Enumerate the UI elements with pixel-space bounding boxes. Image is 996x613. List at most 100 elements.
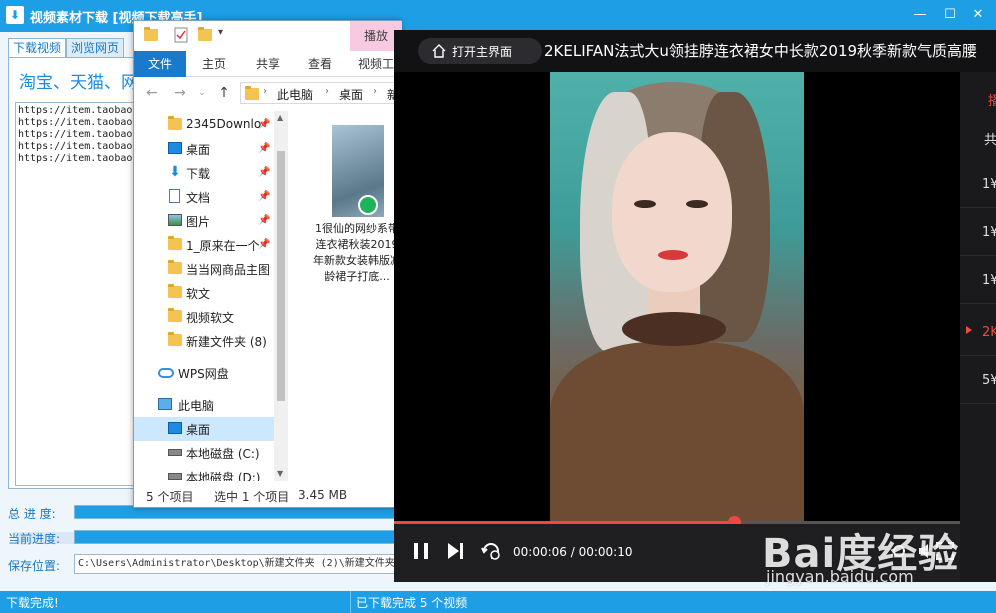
video-player-window: 打开主界面 2KELIFAN法式大u领挂脖连衣裙女中长款2019秋季新款气质高腰…: [394, 30, 996, 582]
breadcrumb-separator: ›: [325, 86, 329, 97]
pin-icon: 📌: [258, 143, 271, 154]
playlist-item-active[interactable]: 2K: [960, 312, 996, 356]
scroll-down-icon[interactable]: ▼: [277, 469, 283, 478]
restore-button[interactable]: ☐: [938, 4, 962, 26]
recent-dropdown-icon[interactable]: ⌄: [194, 85, 210, 101]
playlist-tab[interactable]: 播: [988, 90, 996, 109]
video-viewport[interactable]: [394, 72, 960, 521]
nav-item-2345downloads[interactable]: 2345Downlo 📌: [134, 113, 274, 137]
nav-label: 2345Downlo: [186, 117, 262, 131]
playlist-item-text: 1¥: [982, 273, 996, 288]
properties-icon[interactable]: [174, 27, 188, 43]
tab-view[interactable]: 查看: [298, 51, 342, 77]
tab-share[interactable]: 共享: [246, 51, 290, 77]
tab-download-video[interactable]: 下载视频: [8, 38, 67, 58]
loop-icon[interactable]: [480, 540, 502, 562]
nav-item-desktop[interactable]: 桌面: [134, 417, 274, 441]
pin-icon: 📌: [258, 167, 271, 178]
scroll-up-icon[interactable]: ▲: [277, 113, 283, 122]
tab-file[interactable]: 文件: [134, 51, 186, 77]
url-line: https://item.taobao.: [18, 117, 137, 128]
playlist-item[interactable]: 1¥: [960, 164, 996, 208]
next-icon[interactable]: [444, 540, 466, 562]
nav-label: 软文: [186, 287, 211, 301]
ribbon-tabs: 文件 主页 共享 查看 视频工具: [134, 51, 402, 107]
desktop-icon: [168, 422, 182, 434]
nav-item-dangdang[interactable]: 当当网商品主图: [134, 257, 274, 281]
new-folder-icon[interactable]: [198, 27, 212, 41]
url-line: https://item.taobao.: [18, 153, 137, 164]
url-line: https://item.taobao.: [18, 129, 137, 140]
nav-item-disk-d[interactable]: 本地磁盘 (D:): [134, 465, 274, 481]
nav-label: 图片: [186, 215, 211, 229]
customize-toolbar-icon[interactable]: ▾: [218, 27, 223, 38]
nav-item-documents[interactable]: 文档 📌: [134, 185, 274, 209]
nav-item-downloads[interactable]: ⬇ 下载 📌: [134, 161, 274, 185]
nav-item-video-ruanwen[interactable]: 视频软文: [134, 305, 274, 329]
folder-icon: [168, 260, 182, 274]
time-display: 00:00:06 / 00:00:10: [513, 545, 633, 559]
pause-icon[interactable]: [410, 540, 432, 562]
url-line: https://item.taobao.: [18, 105, 137, 116]
address-bar: ← → ⌄ ↑ › 此电脑 › 桌面 › 新: [134, 78, 402, 108]
file-name[interactable]: 1很仙的网纱系带连衣裙秋装2019年新款女装韩版减龄裙子打底...: [312, 221, 402, 285]
nav-item-this-pc[interactable]: 此电脑: [134, 393, 274, 417]
scroll-thumb[interactable]: [277, 151, 285, 401]
nav-label: WPS网盘: [178, 367, 229, 381]
playlist-item[interactable]: 5¥: [960, 360, 996, 404]
close-button[interactable]: ✕: [966, 4, 990, 26]
folder-icon[interactable]: [144, 27, 158, 41]
tab-browse-web[interactable]: 浏览网页: [66, 38, 125, 58]
nav-item-wps-cloud[interactable]: WPS网盘: [134, 361, 274, 385]
breadcrumb-this-pc[interactable]: 此电脑: [277, 86, 313, 103]
url-textarea[interactable]: https://item.taobao. https://item.taobao…: [15, 102, 137, 486]
nav-label: 当当网商品主图: [186, 263, 271, 277]
selected-size: 3.45 MB: [298, 488, 348, 502]
home-icon: [432, 44, 446, 58]
nav-label: 桌面: [186, 423, 211, 437]
playlist-item[interactable]: 1¥: [960, 212, 996, 256]
back-arrow-icon[interactable]: ←: [144, 85, 160, 101]
up-arrow-icon[interactable]: ↑: [216, 85, 232, 101]
navigation-pane: 2345Downlo 📌 桌面 📌 ⬇ 下载 📌 文档 📌 图片 📌 1_原来在…: [134, 111, 274, 481]
video-content: [612, 132, 732, 292]
breadcrumb-separator: ›: [373, 86, 377, 97]
download-icon: ⬇: [169, 164, 181, 180]
breadcrumb-desktop[interactable]: 桌面: [339, 86, 363, 103]
folder-icon: [245, 86, 259, 100]
nav-label: 视频软文: [186, 311, 235, 325]
playlist-item-text: 1¥: [982, 177, 996, 192]
forward-arrow-icon[interactable]: →: [172, 85, 188, 101]
explorer-statusbar: 5 个项目 选中 1 个项目 3.45 MB: [134, 483, 400, 507]
video-content: [686, 200, 708, 208]
pin-icon: 📌: [258, 191, 271, 202]
open-main-button[interactable]: 打开主界面: [418, 38, 542, 64]
folder-icon: [168, 284, 182, 298]
nav-item-disk-c[interactable]: 本地磁盘 (C:): [134, 441, 274, 465]
playlist-item[interactable]: 1¥: [960, 260, 996, 304]
tab-home[interactable]: 主页: [192, 51, 236, 77]
current-progress-bar: [74, 530, 404, 544]
status-right: 已下载完成 5 个视频: [356, 596, 468, 610]
nav-label: 本地磁盘 (D:): [186, 471, 261, 481]
nav-item-pictures[interactable]: 图片 📌: [134, 209, 274, 233]
minimize-button[interactable]: —: [908, 4, 932, 26]
nav-label: 新建文件夹 (8): [186, 335, 267, 349]
nav-item-folder-1[interactable]: 1_原来在一个 📌: [134, 233, 274, 257]
playlist-item-text: 5¥: [982, 373, 996, 388]
playlist-header-text: 共: [984, 133, 996, 148]
nav-label: 文档: [186, 191, 211, 205]
nav-label: 下载: [186, 167, 211, 181]
nav-item-desktop-pinned[interactable]: 桌面 📌: [134, 137, 274, 161]
save-path-input[interactable]: C:\Users\Administrator\Desktop\新建文件夹 (2)…: [74, 554, 404, 574]
nav-item-ruanwen[interactable]: 软文: [134, 281, 274, 305]
status-divider: [350, 591, 351, 613]
nav-item-new-folder-8[interactable]: 新建文件夹 (8): [134, 329, 274, 353]
play-indicator-icon: [966, 326, 972, 334]
baidu-jingyan-watermark: Bai度经验 jingyan.baidu.com: [762, 507, 986, 603]
nav-scrollbar[interactable]: ▲ ▼: [274, 111, 288, 481]
playlist-item-text: 1¥: [982, 225, 996, 240]
status-left: 下载完成!: [6, 596, 59, 610]
address-path[interactable]: › 此电脑 › 桌面 › 新: [240, 82, 402, 104]
video-content: [658, 250, 688, 260]
